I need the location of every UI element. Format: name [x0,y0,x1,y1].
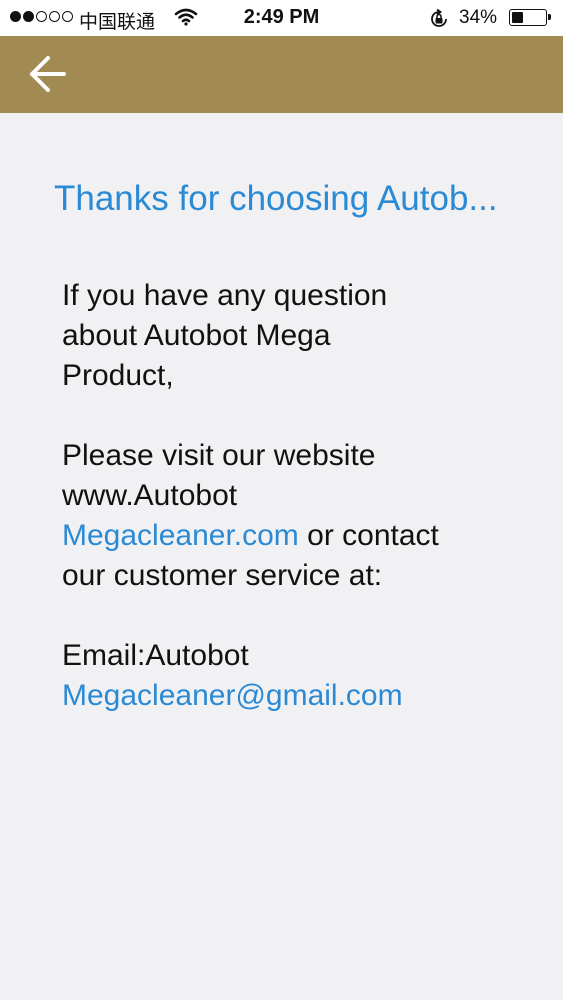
question-line: Product, [62,359,174,392]
question-line: about Autobot Mega [62,319,331,352]
page-title: Thanks for choosing Autob... [54,179,498,218]
visit-paragraph: Please visit our website www.Autobot Meg… [62,436,532,596]
visit-line: our customer service at: [62,559,383,592]
status-bar: 中国联通 2:49 PM 34% [0,0,563,36]
battery-icon [509,9,551,26]
email-link[interactable]: Megacleaner@gmail.com [62,679,403,712]
question-paragraph: If you have any question about Autobot M… [62,276,532,396]
visit-line: Please visit our website [62,439,376,472]
visit-line: or contact [298,519,439,552]
battery-percentage: 34% [459,7,498,28]
arrow-left-icon [30,56,66,92]
website-link[interactable]: Megacleaner.com [62,519,299,552]
visit-line: www.Autobot [62,479,238,512]
message-body: If you have any question about Autobot M… [62,276,532,756]
email-label: Email:Autobot [62,639,249,672]
navigation-bar [0,36,563,113]
email-paragraph: Email:Autobot Megacleaner@gmail.com [62,636,532,716]
question-line: If you have any question [62,279,388,312]
rotation-lock-icon [428,8,450,36]
back-button[interactable] [18,50,70,98]
